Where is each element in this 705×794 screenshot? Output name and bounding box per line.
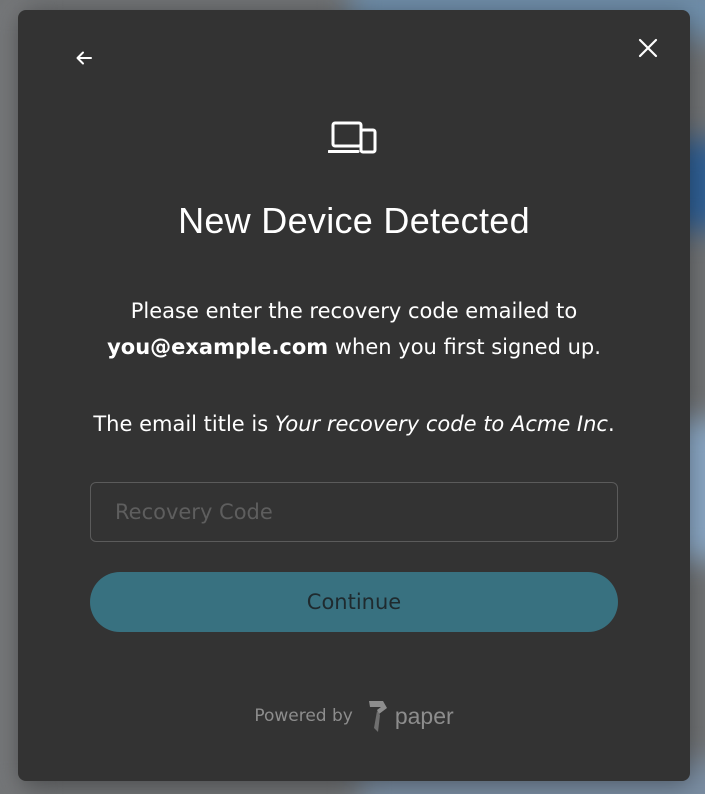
email-title-suffix: . [607,412,615,436]
recovery-code-input[interactable] [90,482,618,542]
back-button[interactable] [68,42,100,74]
close-icon [638,38,658,58]
new-device-modal: New Device Detected Please enter the rec… [18,10,690,781]
email-title-text: Your recovery code to Acme Inc [274,412,608,436]
close-button[interactable] [632,32,664,64]
brand-name: paper [394,702,454,729]
powered-by-label: Powered by [254,706,353,726]
email-title-prefix: The email title is [93,412,275,436]
description-line2: when you first signed up. [328,335,601,359]
powered-by-footer: Powered by paper [18,698,690,734]
modal-title: New Device Detected [178,200,530,241]
description-line1: Please enter the recovery code emailed t… [130,299,578,323]
email-title-hint: The email title is Your recovery code to… [58,406,650,442]
paper-logo-icon [367,698,389,734]
devices-icon [328,121,377,154]
recovery-description: Please enter the recovery code emailed t… [78,293,630,365]
continue-button[interactable]: Continue [90,572,618,632]
recovery-email: you@example.com [107,335,329,359]
arrow-left-icon [76,51,92,65]
